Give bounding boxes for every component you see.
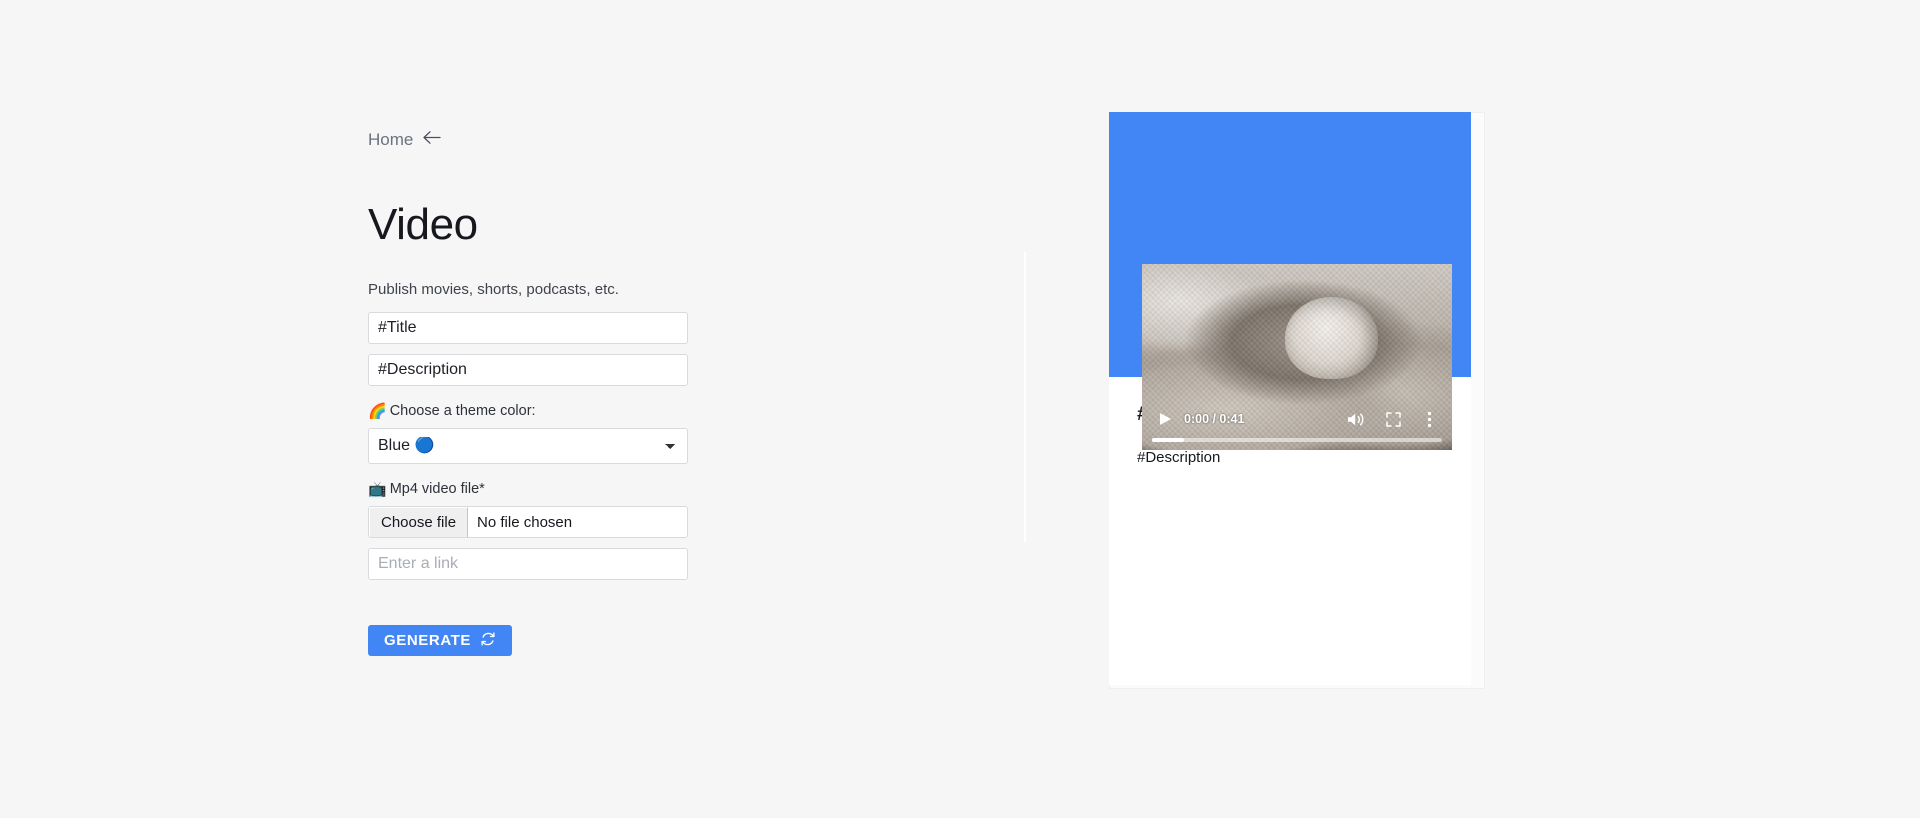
video-file-label-text: Mp4 video file* <box>389 480 485 497</box>
television-icon: 📺 <box>368 481 387 499</box>
generate-button[interactable]: GENERATE <box>368 625 513 657</box>
breadcrumb-label: Home <box>368 129 414 149</box>
generate-button-label: GENERATE <box>384 632 472 650</box>
video-file-label: 📺 Mp4 video file* <box>368 481 698 498</box>
theme-color-label: 🌈 Choose a theme color: <box>368 403 698 420</box>
preview-description: #Description <box>1137 449 1221 467</box>
description-input[interactable] <box>368 353 688 386</box>
form-subtitle: Publish movies, shorts, podcasts, etc. <box>368 281 619 298</box>
page-root: Home Video Publish movies, shorts, podca… <box>0 0 1920 818</box>
file-input-row[interactable]: Choose file No file chosen <box>368 506 688 539</box>
breadcrumb-home-link[interactable]: Home <box>368 129 442 149</box>
video-form: Home Video Publish movies, shorts, podca… <box>368 129 698 657</box>
play-icon[interactable] <box>1152 412 1178 426</box>
rainbow-icon: 🌈 <box>368 402 387 420</box>
video-progress-fill <box>1152 438 1184 442</box>
section-divider <box>1024 252 1026 542</box>
video-progress-bar[interactable] <box>1152 438 1442 442</box>
video-controls: 0:00 / 0:41 <box>1142 402 1452 450</box>
file-status-text: No file chosen <box>477 513 573 531</box>
volume-icon[interactable] <box>1340 411 1370 428</box>
video-time-label: 0:00 / 0:41 <box>1184 412 1245 426</box>
title-input[interactable] <box>368 311 688 344</box>
theme-color-select[interactable]: Blue 🔵 <box>368 427 688 464</box>
theme-color-label-text: Choose a theme color: <box>389 402 536 419</box>
more-vertical-icon[interactable] <box>1416 411 1442 428</box>
arrow-left-icon <box>422 130 442 148</box>
refresh-icon <box>480 631 496 651</box>
choose-file-button[interactable]: Choose file <box>369 507 469 538</box>
page-title: Video <box>368 200 478 249</box>
preview-card: 0:00 / 0:41 #Description <box>1109 112 1471 685</box>
fullscreen-icon[interactable] <box>1378 411 1408 427</box>
video-player[interactable]: 0:00 / 0:41 <box>1142 264 1452 450</box>
link-input[interactable] <box>368 548 688 581</box>
